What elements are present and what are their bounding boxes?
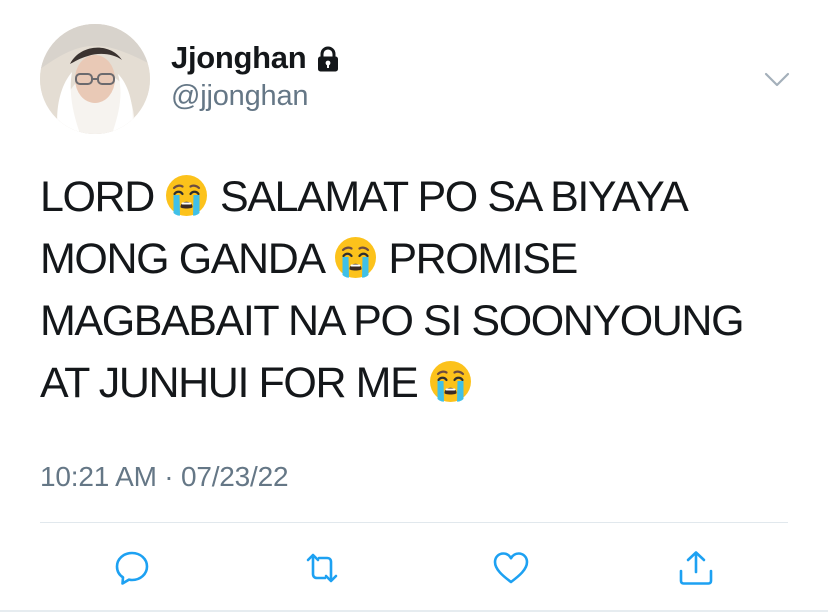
- loudly-crying-face-icon: [429, 361, 471, 402]
- tweet-card: Jjonghan @jjonghan LORD SALAMAT PO SA BI…: [0, 0, 828, 612]
- reply-button[interactable]: [110, 546, 154, 590]
- loudly-crying-face-emoji: [164, 173, 209, 218]
- like-icon: [493, 552, 529, 584]
- tweet-text-segment: PROMISE: [377, 235, 578, 283]
- tweet-timestamp[interactable]: 10:21 AM · 07/23/22: [40, 461, 289, 493]
- retweet-button[interactable]: [300, 546, 344, 590]
- author-display-name[interactable]: Jjonghan: [171, 40, 307, 76]
- lock-icon: [318, 46, 339, 72]
- tweet-text-segment: MONG GANDA: [40, 235, 333, 283]
- loudly-crying-face-emoji: [333, 235, 378, 280]
- retweet-icon: [306, 553, 338, 583]
- author-name-row: Jjonghan: [171, 38, 342, 78]
- tweet-text-line: LORD SALAMAT PO SA BIYAYA: [40, 166, 800, 228]
- avatar[interactable]: [40, 24, 150, 134]
- share-icon: [679, 551, 713, 585]
- tweet-text: LORD SALAMAT PO SA BIYAYA MONG GANDA PRO…: [40, 166, 800, 414]
- tweet-text-line: MONG GANDA PROMISE: [40, 228, 800, 290]
- loudly-crying-face-icon: [334, 237, 376, 278]
- author-handle[interactable]: @jjonghan: [171, 80, 308, 113]
- tweet-text-line: MAGBABAIT NA PO SI SOONYOUNG: [40, 290, 800, 352]
- share-button[interactable]: [674, 546, 718, 590]
- tweet-text-segment: SALAMAT PO SA BIYAYA: [209, 173, 689, 221]
- avatar-image: [40, 24, 150, 134]
- loudly-crying-face-icon: [166, 175, 208, 216]
- chevron-down-icon[interactable]: [760, 62, 794, 96]
- reply-icon: [115, 551, 149, 585]
- tweet-text-line: AT JUNHUI FOR ME: [40, 352, 800, 414]
- divider: [40, 522, 788, 523]
- tweet-text-segment: LORD: [40, 173, 165, 221]
- tweet-text-segment: MAGBABAIT NA PO SI SOONYOUNG: [40, 297, 745, 345]
- loudly-crying-face-emoji: [428, 359, 473, 404]
- tweet-text-segment: AT JUNHUI FOR ME: [40, 359, 428, 407]
- like-button[interactable]: [489, 546, 533, 590]
